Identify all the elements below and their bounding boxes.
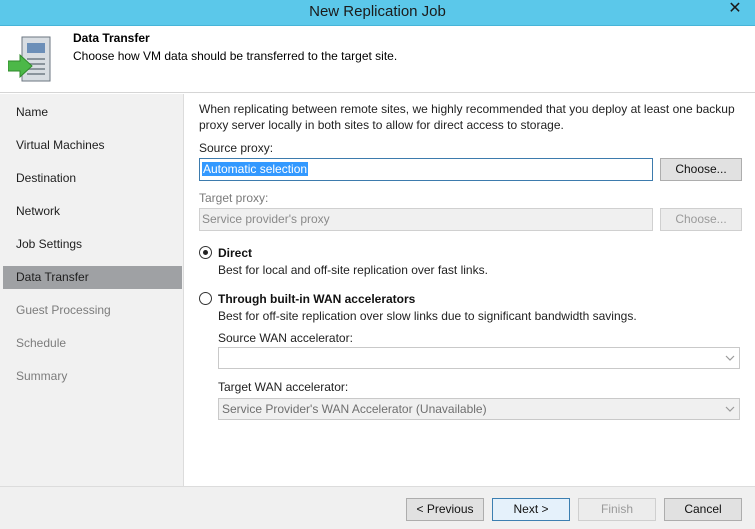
direct-option-description: Best for local and off-site replication … xyxy=(218,263,488,277)
wizard-footer: < Previous Next > Finish Cancel xyxy=(0,486,755,529)
sidebar-item-name[interactable]: Name xyxy=(3,101,182,124)
chevron-down-icon xyxy=(725,406,735,412)
wizard-header: Data Transfer Choose how VM data should … xyxy=(0,26,755,93)
direct-option-label[interactable]: Direct xyxy=(218,246,252,260)
target-wan-value: Service Provider's WAN Accelerator (Unav… xyxy=(222,402,487,416)
finish-button: Finish xyxy=(578,498,656,521)
wan-option-label[interactable]: Through built-in WAN accelerators xyxy=(218,292,415,306)
source-wan-label: Source WAN accelerator: xyxy=(218,331,353,345)
target-proxy-label: Target proxy: xyxy=(199,191,269,205)
direct-radio[interactable] xyxy=(199,246,212,259)
page-subtitle: Choose how VM data should be transferred… xyxy=(73,49,398,63)
sidebar-item-job-settings[interactable]: Job Settings xyxy=(3,233,182,256)
source-wan-select[interactable] xyxy=(218,347,740,369)
intro-text: When replicating between remote sites, w… xyxy=(199,102,735,132)
sidebar-item-network[interactable]: Network xyxy=(3,200,182,223)
target-proxy-choose-button: Choose... xyxy=(660,208,742,231)
source-proxy-field[interactable]: Automatic selection xyxy=(199,158,653,181)
cancel-button[interactable]: Cancel xyxy=(664,498,742,521)
chevron-down-icon xyxy=(725,355,735,361)
sidebar-item-destination[interactable]: Destination xyxy=(3,167,182,190)
next-button[interactable]: Next > xyxy=(492,498,570,521)
target-wan-label: Target WAN accelerator: xyxy=(218,380,349,394)
sidebar-item-summary: Summary xyxy=(16,369,68,383)
source-proxy-choose-button[interactable]: Choose... xyxy=(660,158,742,181)
sidebar-item-data-transfer[interactable]: Data Transfer xyxy=(3,266,182,289)
wan-accelerators-radio[interactable] xyxy=(199,292,212,305)
close-icon[interactable]: ✕ xyxy=(718,0,752,20)
radio-selected-dot xyxy=(203,250,208,255)
title-bar: New Replication Job ✕ xyxy=(0,0,755,26)
target-wan-select: Service Provider's WAN Accelerator (Unav… xyxy=(218,398,740,420)
wan-option-description: Best for off-site replication over slow … xyxy=(218,309,637,323)
sidebar-item-virtual-machines[interactable]: Virtual Machines xyxy=(3,134,182,157)
previous-button[interactable]: < Previous xyxy=(406,498,484,521)
target-proxy-field: Service provider's proxy xyxy=(199,208,653,231)
source-proxy-value: Automatic selection xyxy=(202,162,309,176)
source-proxy-label: Source proxy: xyxy=(199,141,274,155)
window-title: New Replication Job xyxy=(309,3,446,20)
data-transfer-wizard-icon xyxy=(8,36,51,82)
wizard-steps-sidebar: Name Virtual Machines Destination Networ… xyxy=(0,94,184,486)
main-content: When replicating between remote sites, w… xyxy=(184,94,755,486)
page-title: Data Transfer xyxy=(73,31,150,45)
sidebar-item-guest-processing: Guest Processing xyxy=(16,303,111,317)
sidebar-item-schedule: Schedule xyxy=(16,336,67,350)
